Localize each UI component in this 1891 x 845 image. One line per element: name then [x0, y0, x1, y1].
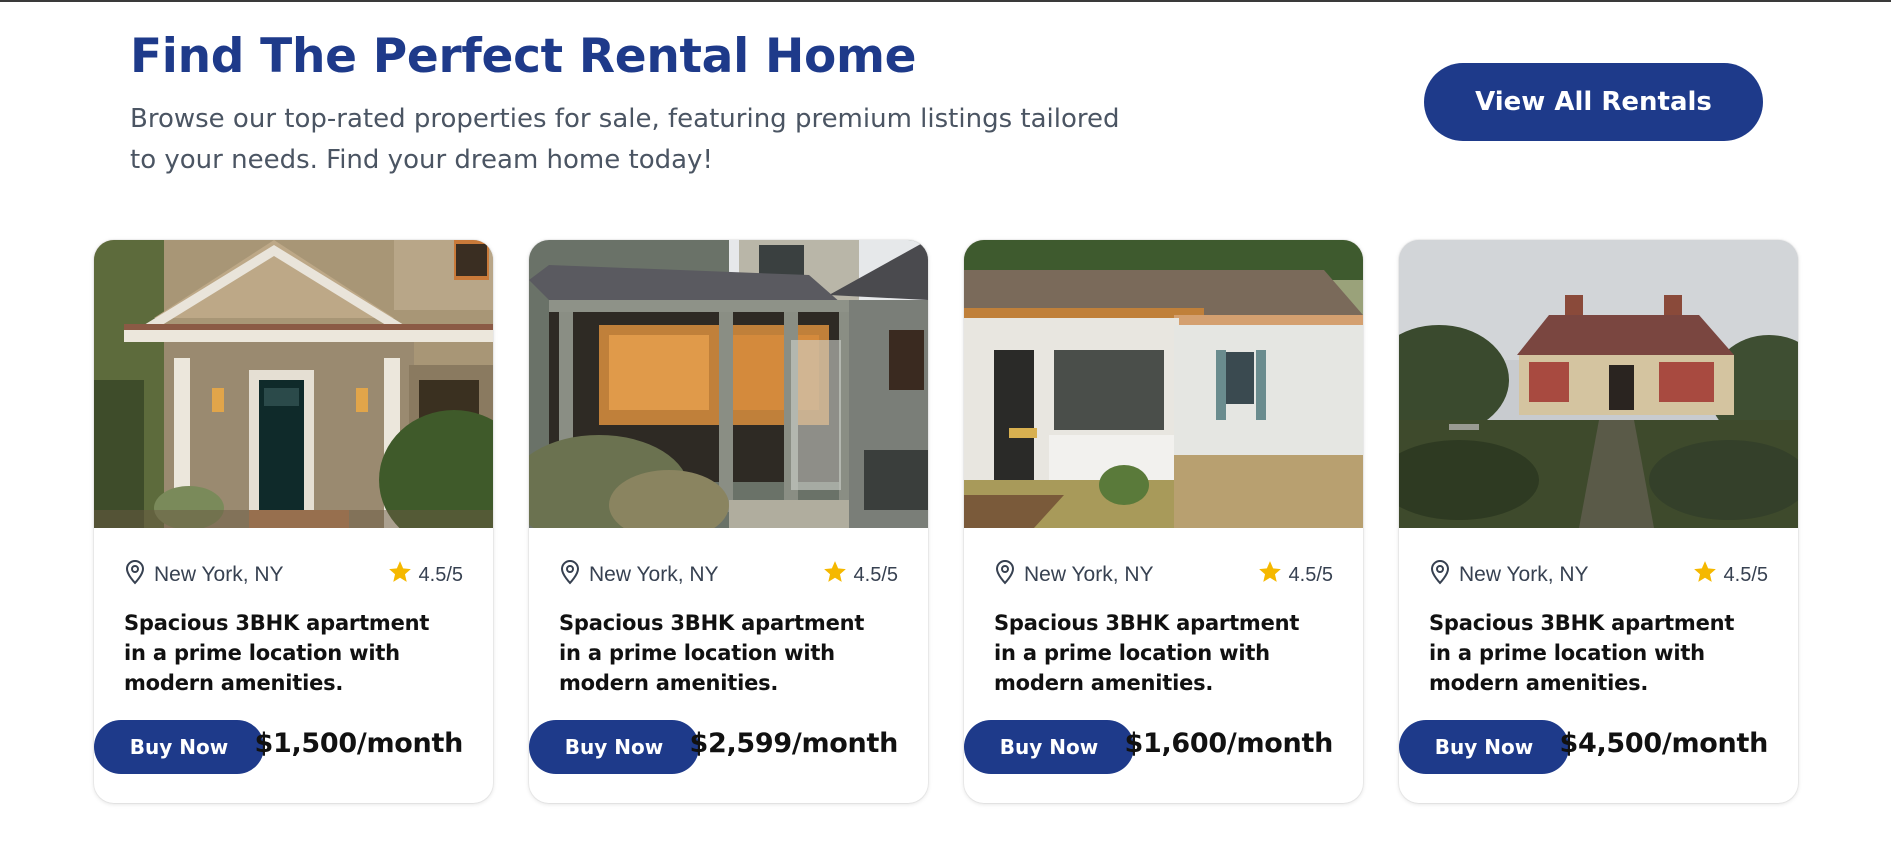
listing-price: $1,600/month — [1124, 728, 1334, 759]
star-icon — [1257, 559, 1283, 591]
star-icon — [822, 559, 848, 591]
rating-text: 4.5/5 — [1288, 563, 1333, 586]
location-text: New York, NY — [589, 563, 719, 586]
listing-image-white-cottage — [964, 240, 1363, 528]
listing-location: New York, NY — [994, 559, 1154, 591]
listing-rating: 4.5/5 — [1257, 559, 1333, 591]
location-pin-icon — [994, 559, 1016, 591]
view-all-rentals-button[interactable]: View All Rentals — [1424, 63, 1763, 141]
location-pin-icon — [124, 559, 146, 591]
listing-image-tan-craftsman-house — [94, 240, 493, 528]
listing-image-abandoned-cottage — [1399, 240, 1798, 528]
listing-price: $4,500/month — [1559, 728, 1769, 759]
location-pin-icon — [1429, 559, 1451, 591]
listing-description: Spacious 3BHK apartment in a prime locat… — [124, 611, 430, 695]
buy-now-button[interactable]: Buy Now — [964, 720, 1134, 774]
listing-card[interactable]: New York, NY 4.5/5 Spacious 3BHK apartme… — [94, 240, 493, 803]
rating-text: 4.5/5 — [1723, 563, 1768, 586]
listing-card[interactable]: New York, NY 4.5/5 Spacious 3BHK apartme… — [964, 240, 1363, 803]
star-icon — [1692, 559, 1718, 591]
buy-now-button[interactable]: Buy Now — [94, 720, 264, 774]
listing-meta: New York, NY 4.5/5 — [559, 559, 898, 591]
rating-text: 4.5/5 — [853, 563, 898, 586]
listing-price: $2,599/month — [689, 728, 899, 759]
rating-text: 4.5/5 — [418, 563, 463, 586]
location-text: New York, NY — [1459, 563, 1589, 586]
listing-description: Spacious 3BHK apartment in a prime locat… — [559, 611, 865, 695]
listing-price: $1,500/month — [254, 728, 464, 759]
listing-meta: New York, NY 4.5/5 — [124, 559, 463, 591]
listing-image-screened-porch — [529, 240, 928, 528]
location-text: New York, NY — [154, 563, 284, 586]
listing-card[interactable]: New York, NY 4.5/5 Spacious 3BHK apartme… — [529, 240, 928, 803]
listing-meta: New York, NY 4.5/5 — [994, 559, 1333, 591]
page-subtitle: Browse our top-rated properties for sale… — [130, 104, 1120, 175]
page-title: Find The Perfect Rental Home — [130, 29, 917, 84]
buy-now-button[interactable]: Buy Now — [529, 720, 699, 774]
listing-rating: 4.5/5 — [822, 559, 898, 591]
listing-location: New York, NY — [124, 559, 284, 591]
listing-description: Spacious 3BHK apartment in a prime locat… — [1429, 611, 1735, 695]
location-pin-icon — [559, 559, 581, 591]
listing-rating: 4.5/5 — [1692, 559, 1768, 591]
listing-rating: 4.5/5 — [387, 559, 463, 591]
star-icon — [387, 559, 413, 591]
listing-meta: New York, NY 4.5/5 — [1429, 559, 1768, 591]
buy-now-button[interactable]: Buy Now — [1399, 720, 1569, 774]
listing-location: New York, NY — [559, 559, 719, 591]
listing-location: New York, NY — [1429, 559, 1589, 591]
listing-description: Spacious 3BHK apartment in a prime locat… — [994, 611, 1300, 695]
location-text: New York, NY — [1024, 563, 1154, 586]
hero-section: Find The Perfect Rental Home Browse our … — [130, 26, 1130, 181]
listing-card[interactable]: New York, NY 4.5/5 Spacious 3BHK apartme… — [1399, 240, 1798, 803]
